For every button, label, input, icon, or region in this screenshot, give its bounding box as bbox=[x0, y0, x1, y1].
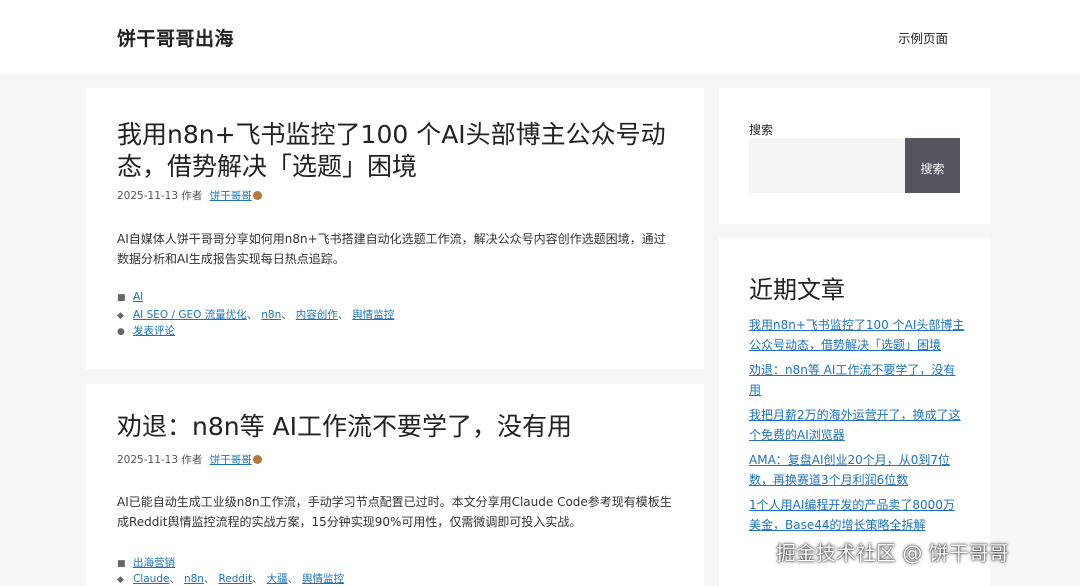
author-prefix: 作者 bbox=[181, 454, 203, 466]
post-card: 劝退：n8n等 AI工作流不要学了，没有用 2025-11-13 作者 饼干哥哥… bbox=[86, 384, 704, 586]
post-card: 我用n8n+飞书监控了100 个AI头部博主公众号动态，借势解决「选题」困境 2… bbox=[86, 88, 704, 369]
recent-posts-widget: 近期文章 我用n8n+飞书监控了100 个AI头部博主公众号动态，借势解决「选题… bbox=[719, 238, 990, 586]
nav-sample-page[interactable]: 示例页面 bbox=[898, 28, 948, 47]
author-name[interactable]: 饼干哥哥 bbox=[210, 454, 252, 466]
category-link[interactable]: 出海营销 bbox=[133, 557, 175, 569]
folder-icon: ■ bbox=[117, 293, 126, 303]
search-label: 搜索 bbox=[749, 123, 774, 137]
author-link[interactable]: 饼干哥哥 bbox=[210, 190, 262, 202]
tag-link[interactable]: AI SEO / GEO 流量优化 bbox=[133, 309, 247, 321]
search-input[interactable] bbox=[749, 138, 905, 193]
post-categories: ■ AI bbox=[117, 291, 143, 305]
post-title[interactable]: 我用n8n+飞书监控了100 个AI头部博主公众号动态，借势解决「选题」困境 bbox=[117, 119, 677, 183]
post-tags: ◆ AI SEO / GEO 流量优化、 n8n、 内容创作、 舆情监控 bbox=[117, 309, 395, 321]
post-date: 2025-11-13 bbox=[117, 190, 179, 202]
post-tags: ◆ Claude、 n8n、 Reddit、 大疆、 舆情监控 bbox=[117, 573, 345, 585]
post-categories: ■ 出海营销 bbox=[117, 555, 175, 569]
post-meta: 2025-11-13 作者 饼干哥哥 bbox=[117, 188, 262, 203]
tag-icon: ◆ bbox=[117, 311, 124, 321]
post-date: 2025-11-13 bbox=[117, 454, 179, 466]
tag-link[interactable]: 舆情监控 bbox=[302, 573, 344, 585]
post-excerpt: AI自媒体人饼干哥哥分享如何用n8n+飞书搭建自动化选题工作流，解决公众号内容创… bbox=[117, 232, 666, 266]
cookie-icon bbox=[252, 455, 262, 464]
search-button[interactable]: 搜索 bbox=[905, 138, 960, 193]
site-header: 饼干哥哥出海 示例页面 bbox=[0, 0, 1080, 74]
recent-post-link[interactable]: 1个人用AI编程开发的产品卖了8000万美金，Base44的增长策略全拆解 bbox=[749, 498, 955, 532]
comment-icon: ● bbox=[117, 327, 125, 337]
tag-link[interactable]: n8n bbox=[184, 573, 204, 585]
list-item: 我用n8n+飞书监控了100 个AI头部博主公众号动态，借势解决「选题」困境 bbox=[749, 316, 965, 355]
cookie-icon bbox=[252, 191, 262, 200]
recent-post-link[interactable]: AMA：复盘AI创业20个月，从0到7位数，再换赛道3个月利润6位数 bbox=[749, 453, 950, 487]
list-item: 我把月薪2万的海外运营开了，换成了这个免费的AI浏览器 bbox=[749, 406, 965, 445]
tag-link[interactable]: Claude bbox=[133, 573, 169, 585]
list-item: AMA：复盘AI创业20个月，从0到7位数，再换赛道3个月利润6位数 bbox=[749, 451, 965, 490]
tag-link[interactable]: n8n bbox=[261, 309, 281, 321]
tag-link[interactable]: Reddit bbox=[218, 573, 252, 585]
search-widget: 搜索 搜索 bbox=[719, 88, 990, 224]
post-excerpt: AI已能自动生成工业级n8n工作流，手动学习节点配置已过时。本文分享用Claud… bbox=[117, 495, 672, 529]
author-link[interactable]: 饼干哥哥 bbox=[210, 454, 262, 466]
list-item: 1个人用AI编程开发的产品卖了8000万美金，Base44的增长策略全拆解 bbox=[749, 496, 965, 535]
recent-post-link[interactable]: 我用n8n+飞书监控了100 个AI头部博主公众号动态，借势解决「选题」困境 bbox=[749, 318, 964, 352]
recent-post-link[interactable]: 劝退：n8n等 AI工作流不要学了，没有用 bbox=[749, 363, 955, 397]
comment-link[interactable]: 发表评论 bbox=[133, 325, 175, 337]
author-name[interactable]: 饼干哥哥 bbox=[210, 190, 252, 202]
tag-link[interactable]: 舆情监控 bbox=[352, 309, 394, 321]
tag-link[interactable]: 大疆 bbox=[267, 573, 288, 585]
list-item: 劝退：n8n等 AI工作流不要学了，没有用 bbox=[749, 361, 965, 400]
post-title[interactable]: 劝退：n8n等 AI工作流不要学了，没有用 bbox=[117, 411, 677, 443]
tag-link[interactable]: 内容创作 bbox=[296, 309, 338, 321]
post-comments: ● 发表评论 bbox=[117, 323, 175, 337]
tag-icon: ◆ bbox=[117, 575, 124, 585]
author-prefix: 作者 bbox=[181, 190, 203, 202]
post-meta: 2025-11-13 作者 饼干哥哥 bbox=[117, 452, 262, 467]
recent-posts-list: 我用n8n+飞书监控了100 个AI头部博主公众号动态，借势解决「选题」困境 劝… bbox=[749, 316, 965, 541]
site-title[interactable]: 饼干哥哥出海 bbox=[117, 24, 234, 51]
recent-posts-heading: 近期文章 bbox=[749, 276, 845, 304]
folder-icon: ■ bbox=[117, 559, 126, 569]
recent-post-link[interactable]: 我把月薪2万的海外运营开了，换成了这个免费的AI浏览器 bbox=[749, 408, 961, 442]
category-link[interactable]: AI bbox=[133, 291, 143, 303]
watermark: 掘金技术社区 @ 饼干哥哥 bbox=[776, 541, 1009, 565]
